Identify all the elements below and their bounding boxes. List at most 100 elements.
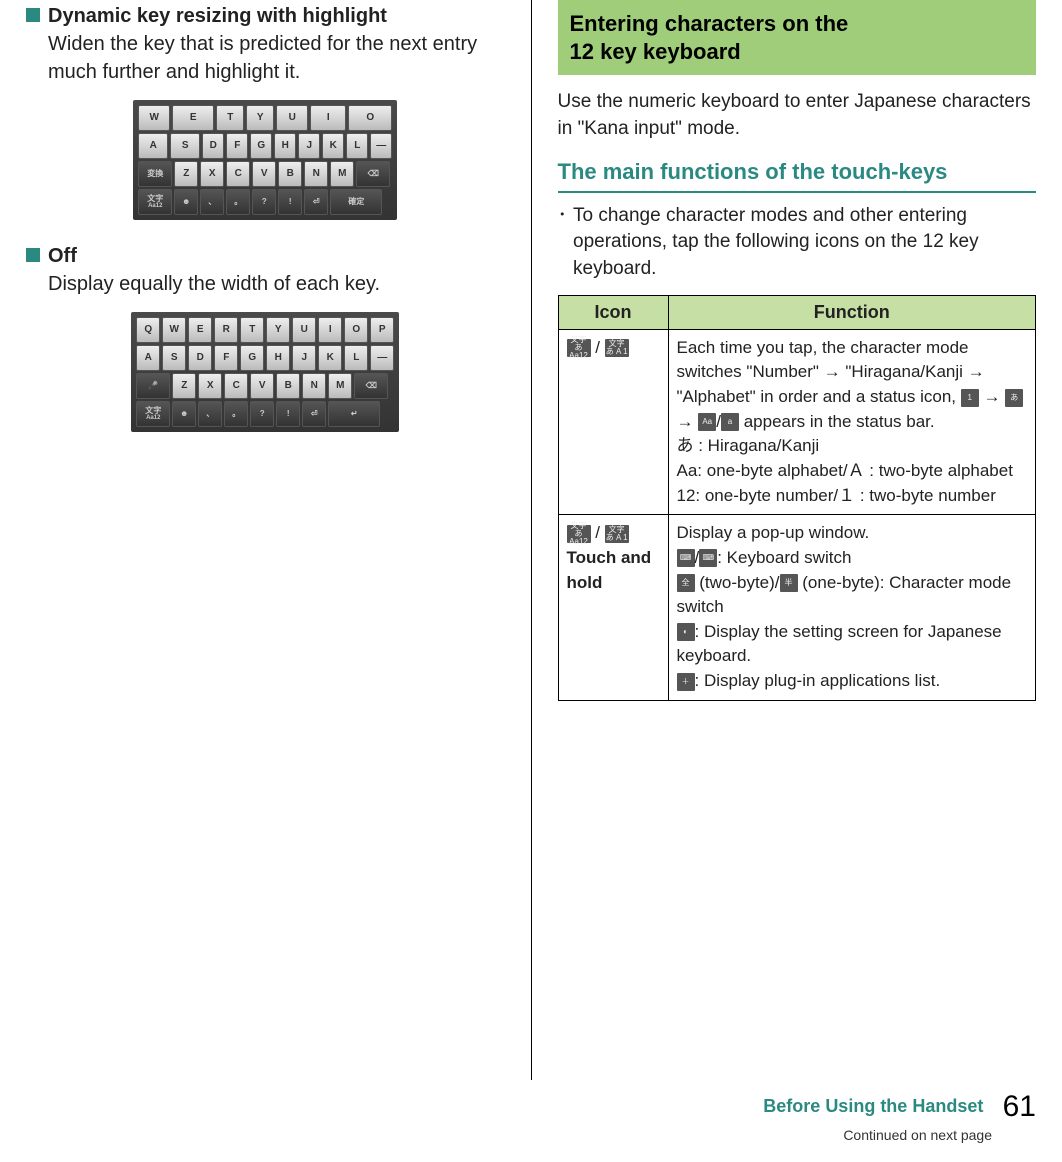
key: G	[240, 345, 264, 371]
moji-sub: Aa12	[146, 415, 160, 421]
banner-line2: 12 key keyboard	[570, 38, 1025, 66]
key: X	[198, 373, 222, 399]
plugin-icon: ＋	[677, 673, 695, 691]
key: M	[328, 373, 352, 399]
key: S	[162, 345, 186, 371]
key: I	[310, 105, 346, 131]
table-header-row: Icon Function	[558, 295, 1036, 329]
key-confirm: 確定	[330, 189, 382, 215]
moji-mode-icon: 文字 あAa12	[567, 339, 591, 357]
key: E	[172, 105, 214, 131]
key: Q	[136, 317, 160, 343]
keyboard: Q W E R T Y U I O P A S D F G H	[131, 312, 399, 432]
key: L	[344, 345, 368, 371]
option-title: Off	[48, 242, 77, 270]
option-dynamic-resize: Dynamic key resizing with highlight	[26, 2, 505, 30]
key: E	[188, 317, 212, 343]
table-row: 文字 あAa12 / 文字 あ A 1 Touch and hold Displ…	[558, 515, 1036, 700]
func-text: Each time you tap, the character mode sw…	[677, 338, 985, 406]
key: J	[292, 345, 316, 371]
key: ?	[250, 401, 274, 427]
separator: /	[591, 338, 605, 357]
key: P	[370, 317, 394, 343]
func-text: (two-byte)/	[695, 573, 780, 592]
separator: /	[591, 523, 605, 542]
keyboard-highlight-image: W E T Y U I O A S D F G H J K L	[26, 100, 505, 220]
key: 、	[198, 401, 222, 427]
key: K	[322, 133, 344, 159]
key: W	[162, 317, 186, 343]
key: ?	[252, 189, 276, 215]
key: B	[278, 161, 302, 187]
section-name: Before Using the Handset	[763, 1096, 983, 1116]
header-function: Function	[668, 295, 1036, 329]
function-cell: Display a pop-up window. ⌨/⌨: Keyboard s…	[668, 515, 1036, 700]
key: T	[240, 317, 264, 343]
key-henkan: 変換	[138, 161, 172, 187]
key-moji: 文字 Aa12	[136, 401, 170, 427]
key: F	[214, 345, 238, 371]
intro-paragraph: Use the numeric keyboard to enter Japane…	[558, 89, 1037, 142]
left-column: Dynamic key resizing with highlight Wide…	[26, 0, 532, 1080]
key: H	[274, 133, 296, 159]
key: O	[348, 105, 392, 131]
arrow: →	[979, 387, 1005, 406]
subheading: The main functions of the touch-keys	[558, 158, 1037, 187]
key: A	[138, 133, 168, 159]
banner-line1: Entering characters on the	[570, 10, 1025, 38]
key: —	[370, 133, 392, 159]
key: T	[216, 105, 244, 131]
arrow: →	[677, 412, 699, 431]
keyboard-switch-icon: ⌨	[677, 549, 695, 567]
key: U	[276, 105, 308, 131]
settings-icon: ◐	[677, 623, 695, 641]
function-cell: Each time you tap, the character mode sw…	[668, 329, 1036, 514]
key: C	[226, 161, 250, 187]
func-text: : Display plug-in applications list.	[695, 671, 941, 690]
emoji-icon: ☻	[174, 189, 198, 215]
func-text: appears in the status bar.	[744, 412, 935, 431]
bullet-icon	[26, 8, 40, 22]
key: —	[370, 345, 394, 371]
bullet-dot: ･	[558, 203, 568, 283]
status-alpha2-icon: a	[721, 413, 739, 431]
moji-sub: Aa12	[148, 203, 162, 209]
icon-cell: 文字 あAa12 / 文字 あ A 1	[558, 329, 668, 514]
func-line: Display a pop-up window.	[677, 523, 870, 542]
key: J	[298, 133, 320, 159]
key: N	[302, 373, 326, 399]
key: F	[226, 133, 248, 159]
option-desc: Display equally the width of each key.	[48, 270, 505, 298]
halfwidth-icon: 半	[780, 574, 798, 592]
newline-icon: ⏎	[302, 401, 326, 427]
note-line: ･ To change character modes and other en…	[558, 203, 1037, 283]
moji-mode-icon-alt: 文字 あ A 1	[605, 525, 629, 543]
func-line: 12: one-byte number/１ : two-byte number	[677, 486, 996, 505]
status-alpha-icon: Aa	[698, 413, 716, 431]
fullwidth-icon: 全	[677, 574, 695, 592]
key: Y	[266, 317, 290, 343]
key: X	[200, 161, 224, 187]
key: N	[304, 161, 328, 187]
header-icon: Icon	[558, 295, 668, 329]
key: !	[278, 189, 302, 215]
option-desc: Widen the key that is predicted for the …	[48, 30, 505, 86]
backspace-icon: ⌫	[354, 373, 388, 399]
newline-icon: ⏎	[304, 189, 328, 215]
key: V	[252, 161, 276, 187]
backspace-icon: ⌫	[356, 161, 390, 187]
key: W	[138, 105, 170, 131]
page-number: 61	[1003, 1090, 1036, 1123]
key: Z	[172, 373, 196, 399]
status-hiragana-icon: あ	[1005, 389, 1023, 407]
page-columns: Dynamic key resizing with highlight Wide…	[0, 0, 1062, 1080]
mic-icon: 🎤	[136, 373, 170, 399]
key: D	[188, 345, 212, 371]
table-row: 文字 あAa12 / 文字 あ A 1 Each time you tap, t…	[558, 329, 1036, 514]
key: O	[344, 317, 368, 343]
moji-mode-icon: 文字 あAa12	[567, 525, 591, 543]
keyboard: W E T Y U I O A S D F G H J K L	[133, 100, 397, 220]
func-line: Aa: one-byte alphabet/Ａ : two-byte alpha…	[677, 461, 1013, 480]
emoji-icon: ☻	[172, 401, 196, 427]
key-moji: 文字 Aa12	[138, 189, 172, 215]
